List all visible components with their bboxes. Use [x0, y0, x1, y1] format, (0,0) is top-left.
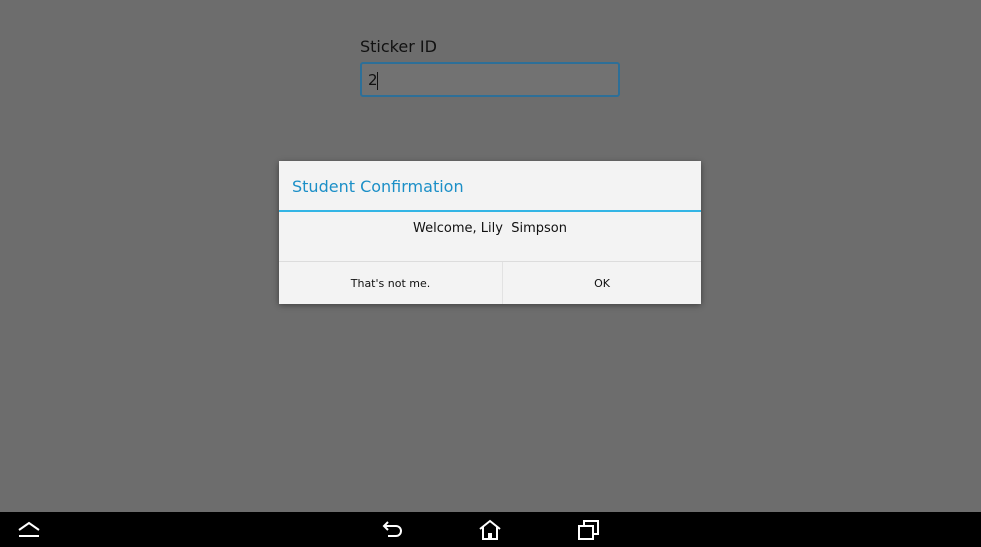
dialog-divider	[279, 210, 701, 212]
text-caret	[377, 72, 378, 90]
dialog-title: Student Confirmation	[292, 177, 464, 196]
recent-apps-icon[interactable]	[576, 518, 602, 542]
navigation-bar	[0, 512, 981, 547]
dialog-message: Welcome, Lily Simpson	[413, 221, 567, 236]
home-icon[interactable]	[477, 518, 503, 542]
dialog-button-row: That's not me. OK	[279, 261, 701, 304]
ok-button[interactable]: OK	[503, 262, 701, 304]
not-me-button[interactable]: That's not me.	[279, 262, 503, 304]
back-icon[interactable]	[379, 518, 405, 542]
sticker-id-input[interactable]: 2	[360, 62, 620, 97]
app-area: Sticker ID 2 Student Confirmation Welcom…	[0, 0, 981, 512]
sticker-id-label: Sticker ID	[360, 37, 437, 56]
screen: Sticker ID 2 Student Confirmation Welcom…	[0, 0, 981, 547]
confirmation-dialog: Student Confirmation Welcome, Lily Simps…	[279, 161, 701, 304]
menu-up-icon[interactable]	[16, 518, 42, 542]
